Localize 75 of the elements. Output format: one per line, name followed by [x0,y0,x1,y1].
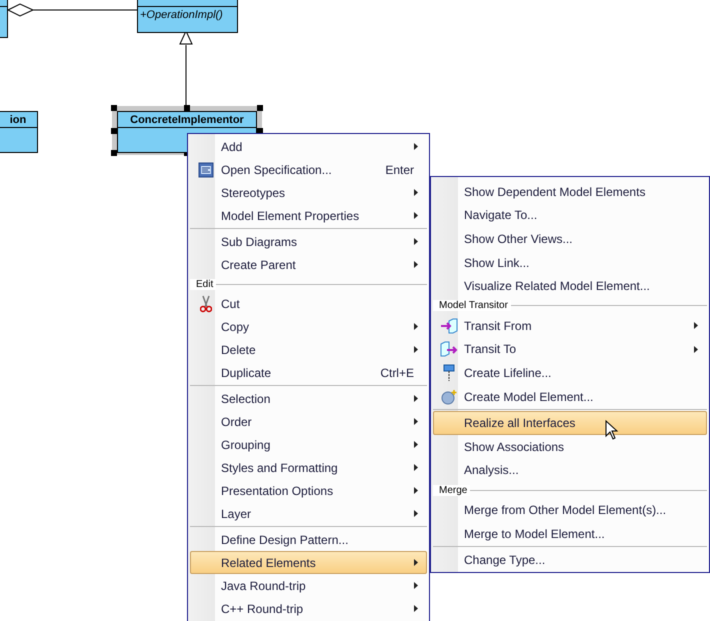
submenu-arrow-icon [414,441,418,448]
menu-item[interactable]: Presentation Options [190,479,427,502]
menu-item[interactable]: Open Specification... Enter [190,158,427,181]
submenu-arrow-icon [414,464,418,471]
menu-item[interactable]: Duplicate Ctrl+E [190,361,427,384]
menu-item[interactable]: Navigate To... [433,204,707,228]
menu-group-label: Model Transitor [433,300,511,312]
menu-item[interactable]: Visualize Related Model Element... [433,274,707,298]
menu-item[interactable]: Show Dependent Model Elements [433,180,707,204]
submenu-arrow-icon [694,346,698,353]
submenu-arrow-icon [694,322,698,330]
menu-item[interactable]: Change Type... [433,548,707,572]
menu-item[interactable]: Copy [190,315,427,338]
menu-item[interactable]: Delete [190,338,427,361]
class-name: ConcreteImplementor [130,114,244,126]
menu-item[interactable]: Show Associations [433,434,707,459]
submenu-arrow-icon [414,559,418,566]
arrow-into-box-icon [440,318,458,334]
submenu-arrow-icon [414,418,418,425]
menu-item[interactable]: Show Other Views... [433,227,707,251]
submenu-arrow-icon [414,212,418,219]
resize-handle[interactable] [257,128,263,134]
class-box[interactable]: +OperationImpl() [137,0,238,33]
arrow-out-of-box-icon [440,341,458,358]
menu-item[interactable]: Transit To [433,338,707,362]
menu-item[interactable]: Order [190,410,427,433]
resize-handle[interactable] [257,105,263,111]
resize-handle[interactable] [111,128,117,134]
submenu-arrow-icon [414,487,418,494]
submenu-arrow-icon [414,395,418,402]
menu-item[interactable]: Create Model Element... [433,384,707,408]
resize-handle[interactable] [111,105,117,111]
menu-item[interactable]: Merge to Model Element... [433,522,707,546]
submenu-arrow-icon [414,189,418,196]
menu-item[interactable]: Realize all Interfaces [433,411,707,435]
menu-item[interactable]: Selection [190,387,427,410]
submenu-arrow-icon [414,143,418,150]
menu-item[interactable]: Layer [190,502,427,525]
menu-item[interactable]: Transit From [433,314,707,338]
menu-item[interactable]: Grouping [190,433,427,456]
menu-item[interactable]: Create Parent [190,253,427,276]
menu-item[interactable]: Show Link... [433,250,707,274]
submenu-arrow-icon [414,582,418,589]
submenu-arrow-icon [414,346,418,353]
scissors-icon [200,294,212,312]
menu-item[interactable]: Analysis... [433,458,707,482]
submenu-arrow-icon [414,238,418,245]
menu-group-label: Edit [190,278,216,290]
menu-item[interactable]: C++ Round-trip [190,597,427,620]
menu-item[interactable]: Java Round-trip [190,574,427,597]
menu-item[interactable]: Styles and Formatting [190,456,427,479]
class-box[interactable]: ion [0,111,38,153]
submenu-arrow-icon [414,605,418,612]
menu-item[interactable]: Model Element Properties [190,204,427,227]
menu-item[interactable]: Stereotypes [190,181,427,204]
sphere-icon [441,388,457,405]
menu-item[interactable]: Related Elements [190,551,427,574]
class-name: ion [10,114,26,126]
lifeline-icon [443,364,455,382]
menu-group-label: Merge [433,484,470,496]
resize-handle[interactable] [111,150,117,156]
resize-handle[interactable] [184,105,190,111]
mouse-cursor-icon [605,420,618,440]
shortcut-text: Ctrl+E [380,366,414,380]
operation-text: +OperationImpl() [140,9,224,21]
menu-item[interactable]: Sub Diagrams [190,230,427,253]
menu-item[interactable]: Define Design Pattern... [190,528,427,551]
shortcut-text: Enter [385,162,414,176]
menu-item[interactable]: Create Lifeline... [433,361,707,385]
menu-item[interactable]: Merge from Other Model Element(s)... [433,498,707,522]
submenu-arrow-icon [414,323,418,330]
menu-item[interactable]: Cut [190,292,427,315]
submenu-arrow-icon [414,510,418,517]
submenu-arrow-icon [414,261,418,268]
specification-icon [198,162,214,178]
